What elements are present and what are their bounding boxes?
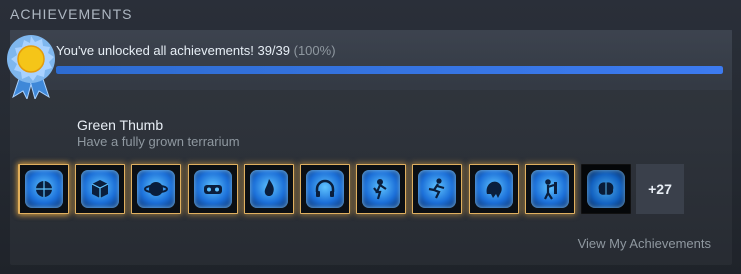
- progress-percent: (100%): [293, 43, 336, 58]
- achievement-tile: [362, 170, 400, 208]
- vr-headset-icon: [204, 185, 222, 194]
- person-icon: [373, 179, 387, 200]
- figure-icon: [544, 179, 557, 200]
- achievement-tile: [25, 170, 63, 208]
- progress-text: You've unlocked all achievements! 39/39 …: [56, 43, 336, 58]
- progress-row: [10, 30, 732, 90]
- flame-icon: [264, 179, 274, 196]
- achievement-badge[interactable]: [300, 164, 350, 214]
- runner-icon: [428, 178, 445, 199]
- achievement-tile: [418, 170, 456, 208]
- achievement-badge[interactable]: [75, 164, 125, 214]
- more-achievements-button[interactable]: +27: [636, 164, 684, 214]
- progress-bar: [56, 66, 723, 74]
- view-achievements-link[interactable]: View My Achievements: [578, 236, 711, 251]
- achievement-tile: [137, 170, 175, 208]
- achievement-tile: [194, 170, 232, 208]
- achievement-tile: [250, 170, 288, 208]
- achievement-badge[interactable]: [412, 164, 462, 214]
- achievement-tile: [587, 170, 625, 208]
- achievement-badge[interactable]: [131, 164, 181, 214]
- achievement-tile: [531, 170, 569, 208]
- achievement-badge[interactable]: [581, 164, 631, 214]
- featured-achievement-description: Have a fully grown terrarium: [77, 134, 240, 149]
- headphones-icon: [315, 179, 335, 197]
- cube-icon: [91, 180, 109, 198]
- achievement-tile: [306, 170, 344, 208]
- achievement-badge[interactable]: [19, 164, 69, 214]
- progress-count: You've unlocked all achievements! 39/39: [56, 43, 290, 58]
- achievement-badge[interactable]: [356, 164, 406, 214]
- achievement-tile: [475, 170, 513, 208]
- achievement-badge[interactable]: [525, 164, 575, 214]
- featured-achievement-name: Green Thumb: [77, 117, 164, 133]
- progress-bar-fill: [56, 66, 723, 74]
- planet-icon: [144, 182, 168, 196]
- achievement-tile: [81, 170, 119, 208]
- medal-icon: [7, 35, 55, 99]
- achievement-badge[interactable]: [469, 164, 519, 214]
- brain-icon: [598, 182, 614, 195]
- creature-icon: [486, 181, 502, 198]
- achievement-badge[interactable]: [188, 164, 238, 214]
- section-title: ACHIEVEMENTS: [10, 6, 133, 22]
- achievement-badge[interactable]: [244, 164, 294, 214]
- globe-icon: [36, 181, 52, 197]
